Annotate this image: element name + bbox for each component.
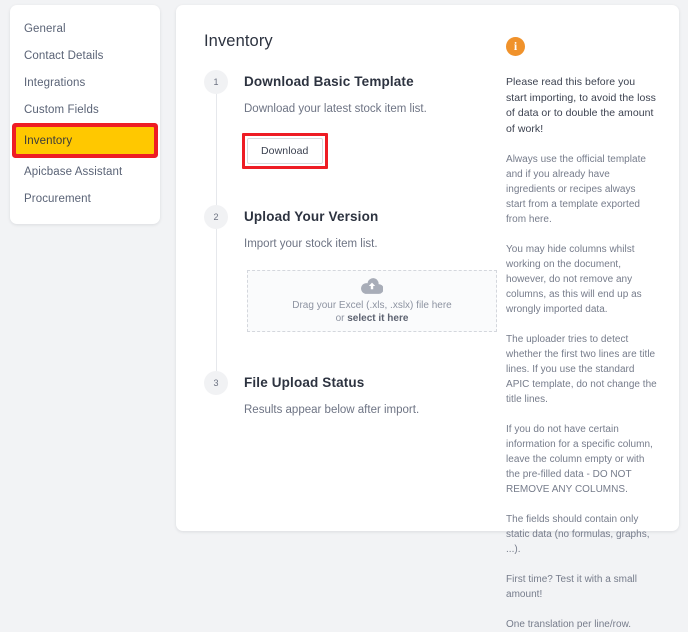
info-paragraph-4: If you do not have certain information f… [506,424,653,495]
page-title: Inventory [204,32,273,50]
import-steps: 1 Download Basic Template Download your … [204,70,497,422]
inventory-import-card: Inventory 1 Download Basic Template Down… [176,5,679,630]
sidebar-item-apicbase-assistant[interactable]: Apicbase Assistant [10,158,160,185]
spacer-step-2-3 [204,336,496,374]
cloud-upload-icon [361,277,384,294]
step-download-template: 1 Download Basic Template Download your … [204,70,496,169]
info-paragraph-1: Always use the official template and if … [506,154,646,225]
step-upload-version: 2 Upload Your Version Import your stock … [204,205,497,336]
info-paragraph-6: First time? Test it with a small amount! [506,574,638,600]
dropzone-line-2-prefix: or [335,312,348,324]
info-paragraph-7: One translation per line/row. [506,619,632,630]
step-2-body: Upload Your Version Import your stock it… [228,208,497,336]
step-3-body: File Upload Status Results appear below … [228,374,496,422]
step-file-upload-status: 3 File Upload Status Results appear belo… [204,371,496,422]
step-number-2: 2 [204,205,228,229]
settings-inventory-page: General Contact Details Integrations Cus… [0,0,688,630]
step-number-1: 1 [204,70,228,94]
step-2-description: Import your stock item list. [244,238,378,250]
info-icon: i [506,37,525,56]
spacer-step-1-2 [204,168,496,208]
info-paragraph-2: You may hide columns whilst working on t… [506,244,642,315]
step-number-3: 3 [204,371,228,395]
step-1-title: Download Basic Template [244,74,414,89]
sidebar-item-general[interactable]: General [10,15,160,42]
info-panel: i Please read this before you start impo… [496,5,679,630]
download-button[interactable]: Download [247,138,323,164]
info-lead-text: Please read this before you start import… [506,76,656,135]
step-1-description: Download your latest stock item list. [244,103,427,115]
dropzone-line-1: Drag your Excel (.xls, .xslx) file here [292,299,452,311]
dropzone-select-link[interactable]: select it here [347,313,408,324]
info-paragraph-3: The uploader tries to detect whether the… [506,334,657,405]
download-button-wrapper: Download [242,133,328,169]
step-3-description: Results appear below after import. [244,404,420,416]
step-3-title: File Upload Status [244,375,365,390]
file-dropzone[interactable]: Drag your Excel (.xls, .xslx) file here … [247,270,497,332]
step-1-body: Download Basic Template Download your la… [228,73,496,169]
info-paragraph-5: The fields should contain only static da… [506,514,650,555]
dropzone-line-2: or select it here [336,312,409,325]
settings-nav-card: General Contact Details Integrations Cus… [10,5,160,224]
import-steps-column: Inventory 1 Download Basic Template Down… [176,5,497,531]
step-2-title: Upload Your Version [244,209,379,224]
sidebar-item-contact-details[interactable]: Contact Details [10,42,160,69]
sidebar-item-custom-fields[interactable]: Custom Fields [10,96,160,123]
sidebar-item-procurement[interactable]: Procurement [10,185,160,212]
sidebar-item-inventory[interactable]: Inventory [16,127,154,154]
sidebar-item-integrations[interactable]: Integrations [10,69,160,96]
